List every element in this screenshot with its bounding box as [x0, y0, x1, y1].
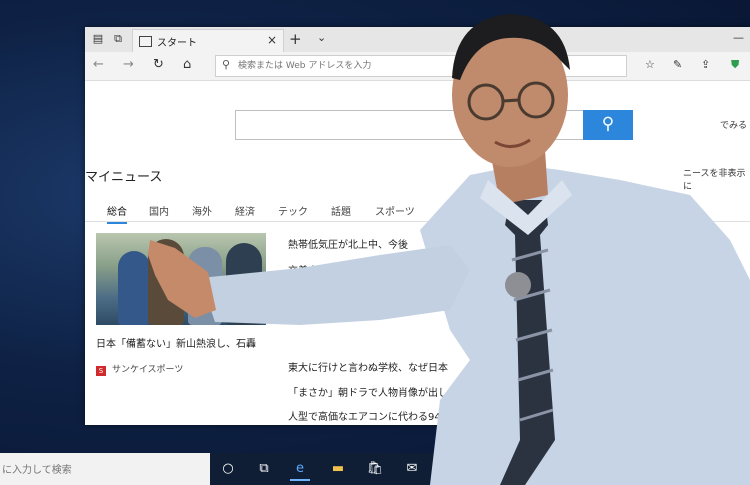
presenter-arm	[200, 245, 470, 325]
glasses-bridge	[502, 98, 520, 103]
presenter-shirt	[420, 165, 750, 485]
presenter-hand	[148, 240, 216, 318]
lapel-mic-icon	[505, 272, 531, 298]
presenter-overlay	[148, 14, 750, 485]
